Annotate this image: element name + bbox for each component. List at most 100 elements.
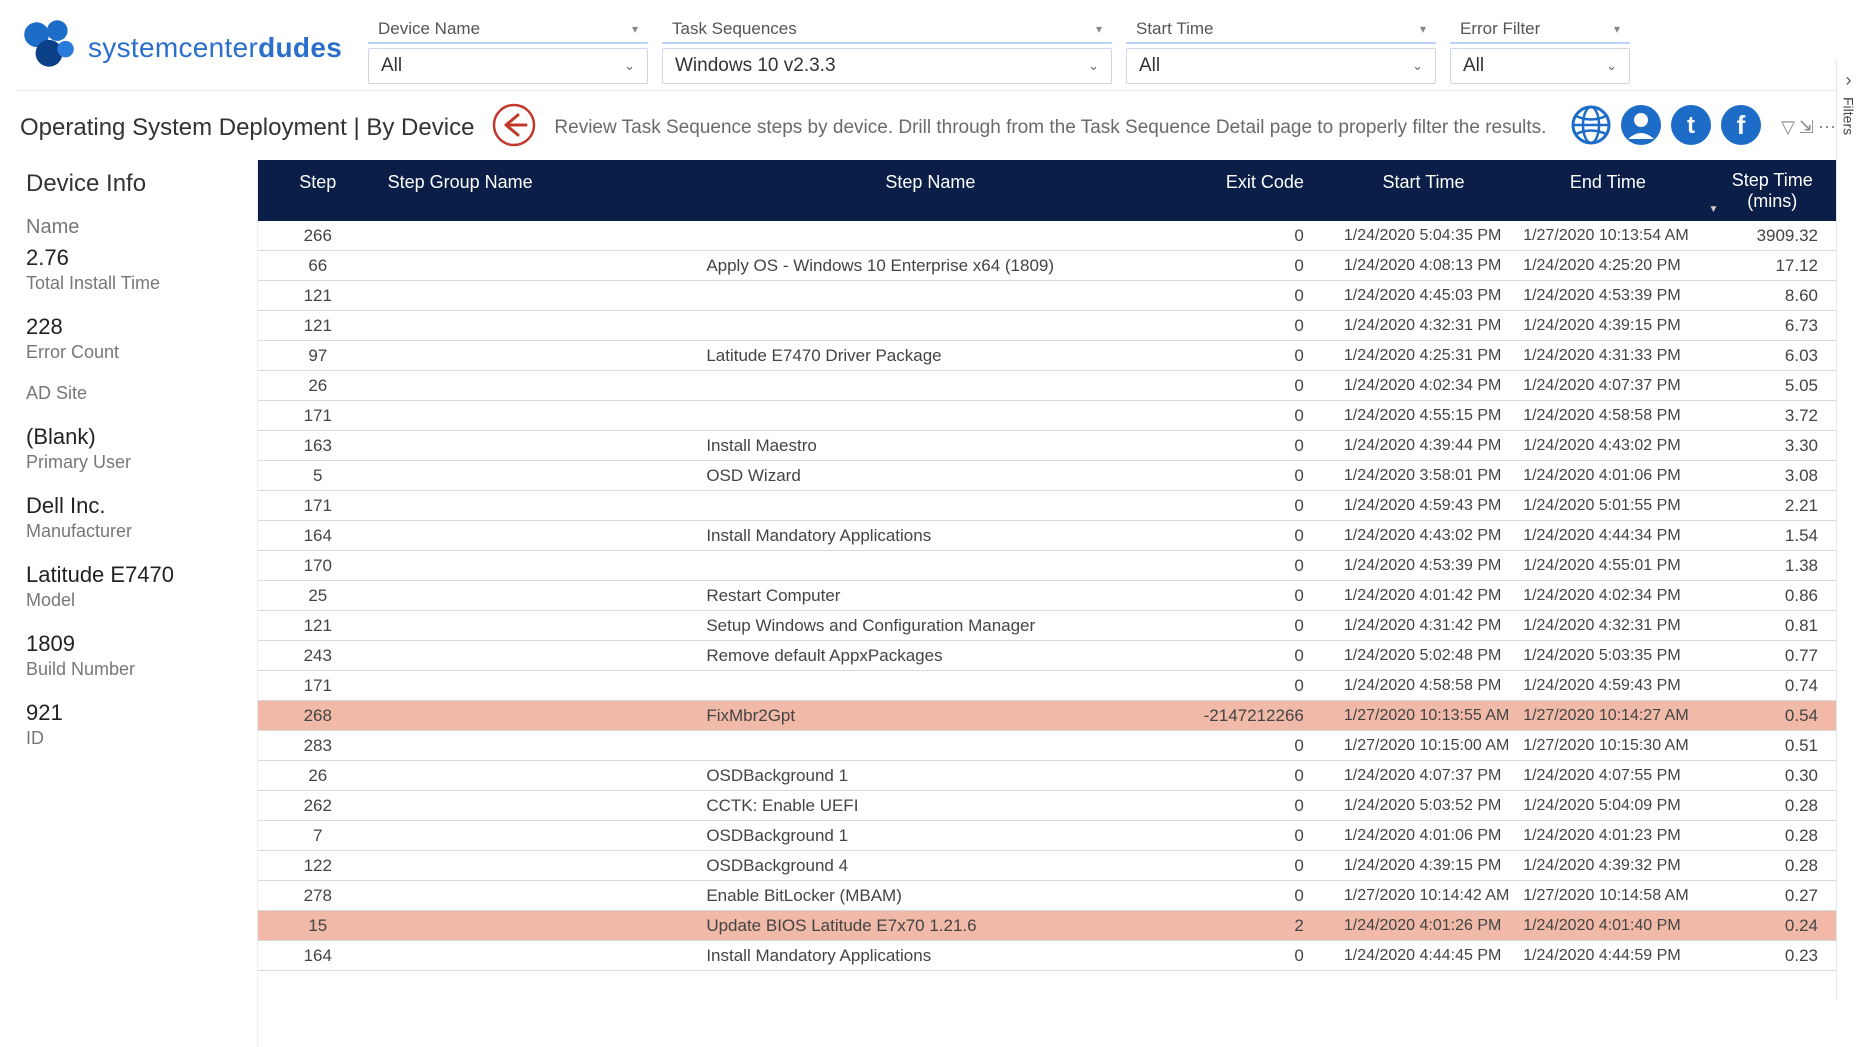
td-exit: -2147212266 — [1164, 702, 1333, 730]
td-start: 1/24/2020 4:25:31 PM — [1334, 343, 1513, 369]
table-row[interactable]: 278Enable BitLocker (MBAM)01/27/2020 10:… — [258, 881, 1842, 911]
table-row[interactable]: 66Apply OS - Windows 10 Enterprise x64 (… — [258, 251, 1842, 281]
table-row[interactable]: 12101/24/2020 4:45:03 PM1/24/2020 4:53:3… — [258, 281, 1842, 311]
td-exit: 2 — [1164, 912, 1333, 940]
td-start: 1/24/2020 4:02:34 PM — [1334, 373, 1513, 399]
td-exit: 0 — [1164, 732, 1333, 760]
td-start: 1/24/2020 3:58:01 PM — [1334, 463, 1513, 489]
filter-device-name[interactable]: Device Name▾ All⌄ — [368, 16, 648, 84]
facebook-icon[interactable]: f — [1719, 103, 1763, 152]
td-end: 1/24/2020 4:07:37 PM — [1513, 373, 1702, 399]
td-step: 170 — [258, 552, 378, 580]
td-step: 26 — [258, 372, 378, 400]
table-row[interactable]: 243Remove default AppxPackages01/24/2020… — [258, 641, 1842, 671]
td-start: 1/24/2020 4:43:02 PM — [1334, 523, 1513, 549]
filter-task-sequences[interactable]: Task Sequences▾ Windows 10 v2.3.3⌄ — [662, 16, 1112, 84]
page-subtitle: Review Task Sequence steps by device. Dr… — [554, 117, 1551, 139]
th-group[interactable]: Step Group Name — [378, 160, 697, 221]
td-name: Latitude E7470 Driver Package — [696, 342, 1164, 370]
th-exit[interactable]: Exit Code — [1164, 160, 1333, 221]
info-manufacturer-label: Manufacturer — [26, 521, 245, 542]
filter-start-time[interactable]: Start Time▾ All⌄ — [1126, 16, 1436, 84]
td-end: 1/24/2020 5:04:09 PM — [1513, 793, 1702, 819]
td-end: 1/24/2020 4:31:33 PM — [1513, 343, 1702, 369]
table-body[interactable]: 26601/24/2020 5:04:35 PM1/27/2020 10:13:… — [258, 221, 1842, 1047]
td-start: 1/24/2020 4:31:42 PM — [1334, 613, 1513, 639]
table-row[interactable]: 262CCTK: Enable UEFI01/24/2020 5:03:52 P… — [258, 791, 1842, 821]
table-row[interactable]: 163Install Maestro01/24/2020 4:39:44 PM1… — [258, 431, 1842, 461]
table-row[interactable]: 17101/24/2020 4:58:58 PM1/24/2020 4:59:4… — [258, 671, 1842, 701]
filters-side-tab[interactable]: › Filters — [1836, 60, 1860, 1000]
td-mins: 5.05 — [1702, 372, 1842, 400]
table-row[interactable]: 12101/24/2020 4:32:31 PM1/24/2020 4:39:1… — [258, 311, 1842, 341]
th-mins[interactable]: Step Time(mins) — [1702, 160, 1842, 221]
td-group — [378, 232, 697, 240]
td-start: 1/24/2020 5:03:52 PM — [1334, 793, 1513, 819]
td-end: 1/27/2020 10:13:54 AM — [1513, 223, 1702, 249]
td-mins: 0.54 — [1702, 702, 1842, 730]
table-row[interactable]: 164Install Mandatory Applications01/24/2… — [258, 521, 1842, 551]
filter-value: All — [1463, 55, 1484, 77]
td-start: 1/24/2020 4:01:06 PM — [1334, 823, 1513, 849]
globe-icon[interactable] — [1569, 103, 1613, 152]
td-mins: 0.51 — [1702, 732, 1842, 760]
table-row[interactable]: 17101/24/2020 4:59:43 PM1/24/2020 5:01:5… — [258, 491, 1842, 521]
td-step: 25 — [258, 582, 378, 610]
td-step: 266 — [258, 222, 378, 250]
td-end: 1/24/2020 4:58:58 PM — [1513, 403, 1702, 429]
steps-table: Step Step Group Name Step Name Exit Code… — [258, 160, 1842, 1047]
td-group — [378, 532, 697, 540]
twitter-icon[interactable]: t — [1669, 103, 1713, 152]
table-row[interactable]: 122OSDBackground 401/24/2020 4:39:15 PM1… — [258, 851, 1842, 881]
back-button[interactable] — [492, 103, 536, 152]
table-row[interactable]: 121Setup Windows and Configuration Manag… — [258, 611, 1842, 641]
table-row[interactable]: 268FixMbr2Gpt-21472122661/27/2020 10:13:… — [258, 701, 1842, 731]
table-row[interactable]: 164Install Mandatory Applications01/24/2… — [258, 941, 1842, 971]
chevron-down-icon: ▾ — [632, 22, 638, 36]
td-group — [378, 412, 697, 420]
td-name — [696, 292, 1164, 300]
table-row[interactable]: 97Latitude E7470 Driver Package01/24/202… — [258, 341, 1842, 371]
th-start[interactable]: Start Time — [1334, 160, 1513, 221]
td-exit: 0 — [1164, 492, 1333, 520]
th-end[interactable]: End Time — [1513, 160, 1702, 221]
td-exit: 0 — [1164, 642, 1333, 670]
funnel-icon[interactable]: ▽ — [1781, 117, 1795, 138]
table-row[interactable]: 17101/24/2020 4:55:15 PM1/24/2020 4:58:5… — [258, 401, 1842, 431]
td-start: 1/24/2020 4:58:58 PM — [1334, 673, 1513, 699]
table-row[interactable]: 2601/24/2020 4:02:34 PM1/24/2020 4:07:37… — [258, 371, 1842, 401]
td-mins: 2.21 — [1702, 492, 1842, 520]
info-total-install-time-value: 2.76 — [26, 245, 245, 271]
td-start: 1/24/2020 4:39:44 PM — [1334, 433, 1513, 459]
td-start: 1/24/2020 4:08:13 PM — [1334, 253, 1513, 279]
table-row[interactable]: 17001/24/2020 4:53:39 PM1/24/2020 4:55:0… — [258, 551, 1842, 581]
td-name — [696, 412, 1164, 420]
table-row[interactable]: 7OSDBackground 101/24/2020 4:01:06 PM1/2… — [258, 821, 1842, 851]
export-icon[interactable]: ⇲ — [1799, 117, 1814, 138]
td-exit: 0 — [1164, 762, 1333, 790]
more-icon[interactable]: ⋯ — [1818, 117, 1836, 138]
table-row[interactable]: 28301/27/2020 10:15:00 AM1/27/2020 10:15… — [258, 731, 1842, 761]
filter-error-filter[interactable]: Error Filter▾ All⌄ — [1450, 16, 1630, 84]
td-name: Install Maestro — [696, 432, 1164, 460]
td-group — [378, 862, 697, 870]
user-icon[interactable] — [1619, 103, 1663, 152]
table-row[interactable]: 15Update BIOS Latitude E7x70 1.21.621/24… — [258, 911, 1842, 941]
table-row[interactable]: 25Restart Computer01/24/2020 4:01:42 PM1… — [258, 581, 1842, 611]
td-group — [378, 442, 697, 450]
td-step: 171 — [258, 672, 378, 700]
table-row[interactable]: 5OSD Wizard01/24/2020 3:58:01 PM1/24/202… — [258, 461, 1842, 491]
th-name[interactable]: Step Name — [696, 160, 1164, 221]
td-end: 1/24/2020 4:44:59 PM — [1513, 943, 1702, 969]
info-manufacturer-value: Dell Inc. — [26, 493, 245, 519]
td-mins: 3.30 — [1702, 432, 1842, 460]
td-step: 171 — [258, 492, 378, 520]
th-step[interactable]: Step — [258, 160, 378, 221]
td-name: Enable BitLocker (MBAM) — [696, 882, 1164, 910]
info-name-label: Name — [26, 216, 245, 239]
table-row[interactable]: 26OSDBackground 101/24/2020 4:07:37 PM1/… — [258, 761, 1842, 791]
td-mins: 0.81 — [1702, 612, 1842, 640]
td-mins: 0.28 — [1702, 852, 1842, 880]
filter-value: Windows 10 v2.3.3 — [675, 55, 836, 77]
table-row[interactable]: 26601/24/2020 5:04:35 PM1/27/2020 10:13:… — [258, 221, 1842, 251]
